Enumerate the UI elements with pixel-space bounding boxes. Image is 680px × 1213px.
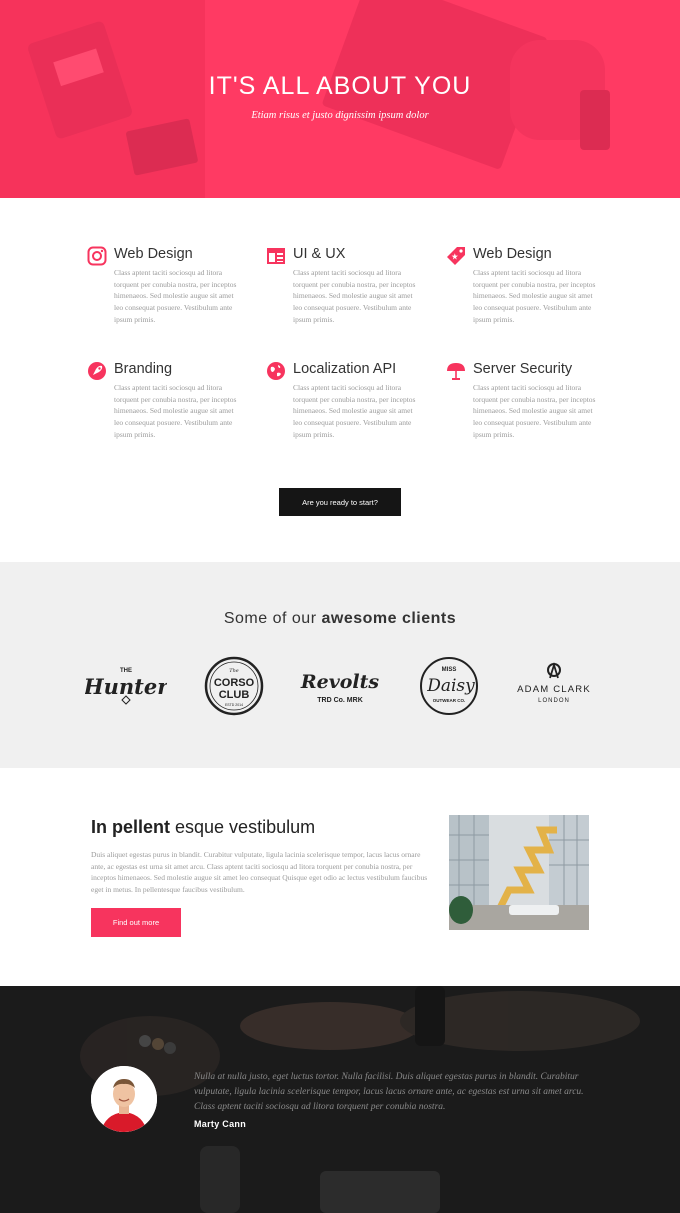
revolts-sub: TRD Co. MRK bbox=[317, 697, 363, 704]
clients-title-light: Some of our bbox=[223, 610, 322, 627]
testimonial-quote: Nulla at nulla justo, eget luctus tortor… bbox=[194, 1072, 584, 1112]
feature-description: Class aptent taciti sociosqu ad litora t… bbox=[293, 383, 416, 439]
adam-sub: LONDON bbox=[538, 698, 570, 704]
revolts-main: Revolts bbox=[300, 671, 380, 693]
clients-title: Some of our awesome clients bbox=[0, 610, 680, 628]
client-logo-miss-daisy[interactable]: MISS Daisy OUTWEAR CO. bbox=[416, 656, 482, 716]
daisy-sub: OUTWEAR CO. bbox=[433, 698, 466, 703]
client-logo-corso-club[interactable]: The CORSO CLUB ESTD 2014 bbox=[203, 656, 265, 716]
clients-title-bold: awesome clients bbox=[321, 610, 457, 627]
revolts-logo: Revolts TRD Co. MRK bbox=[300, 671, 380, 704]
feature-description: Class aptent taciti sociosqu ad litora t… bbox=[114, 383, 237, 439]
about-section: In pellent esque vestibulum Duis aliquet… bbox=[0, 768, 680, 986]
about-text: Duis aliquet egestas purus in blandit. C… bbox=[91, 850, 428, 895]
feature-title: Web Design bbox=[114, 246, 193, 262]
client-logo-adam-clark[interactable]: ADAM CLARK LONDON bbox=[512, 656, 596, 716]
daisy-main: Daisy bbox=[426, 676, 475, 696]
instagram-icon bbox=[87, 246, 107, 266]
corso-club-logo: The CORSO CLUB ESTD 2014 bbox=[204, 656, 264, 716]
hero-subtitle: Etiam risus et justo dignissim ipsum dol… bbox=[251, 110, 429, 121]
feature-title: Branding bbox=[114, 361, 173, 377]
start-button[interactable]: Are you ready to start? bbox=[279, 488, 401, 516]
building-interior-image bbox=[449, 815, 589, 930]
feature-description: Class aptent taciti sociosqu ad litora t… bbox=[473, 268, 596, 324]
hero-title: IT'S ALL ABOUT YOU bbox=[208, 72, 472, 100]
daisy-small: MISS bbox=[442, 667, 457, 673]
corso-sub: ESTD 2014 bbox=[225, 703, 243, 707]
clients-section: Some of our awesome clients THE Hunter T… bbox=[0, 562, 680, 768]
about-title: In pellent esque vestibulum bbox=[91, 817, 315, 838]
hunter-logo: THE Hunter bbox=[85, 668, 167, 705]
rocket-icon bbox=[88, 362, 106, 380]
feature-description: Class aptent taciti sociosqu ad litora t… bbox=[114, 268, 237, 324]
feature-description: Class aptent taciti sociosqu ad litora t… bbox=[473, 383, 596, 439]
avatar-image bbox=[91, 1066, 157, 1132]
feature-description: Class aptent taciti sociosqu ad litora t… bbox=[293, 268, 416, 324]
feature-title: Web Design bbox=[473, 246, 552, 262]
hero-section: IT'S ALL ABOUT YOU Etiam risus et justo … bbox=[0, 0, 680, 198]
features-section: Web Design Class aptent taciti sociosqu … bbox=[0, 198, 680, 562]
avatar bbox=[91, 1066, 157, 1132]
miss-daisy-logo: MISS Daisy OUTWEAR CO. bbox=[420, 657, 478, 715]
svg-text:CORSO: CORSO bbox=[214, 677, 255, 689]
about-title-light: esque vestibulum bbox=[170, 817, 316, 837]
find-out-more-button[interactable]: Find out more bbox=[91, 908, 181, 937]
testimonial-author: Marty Cann bbox=[194, 1119, 247, 1129]
adam-main: ADAM CLARK bbox=[517, 684, 591, 695]
corso-small: The bbox=[229, 668, 239, 674]
svg-text:CLUB: CLUB bbox=[219, 689, 250, 701]
feature-title: UI & UX bbox=[293, 246, 346, 262]
umbrella-icon bbox=[447, 363, 465, 380]
tag-icon bbox=[447, 247, 465, 265]
globe-icon bbox=[267, 362, 285, 380]
feature-title: Localization API bbox=[293, 361, 397, 377]
feature-title: Server Security bbox=[473, 361, 573, 377]
adam-clark-logo: ADAM CLARK LONDON bbox=[517, 661, 591, 704]
client-logo-hunter[interactable]: THE Hunter bbox=[85, 656, 167, 716]
testimonial-section: Nulla at nulla justo, eget luctus tortor… bbox=[0, 986, 680, 1213]
hunter-main: Hunter bbox=[85, 674, 167, 699]
layout-icon bbox=[267, 248, 285, 264]
about-title-bold: In pellent bbox=[91, 817, 171, 837]
client-logo-revolts[interactable]: Revolts TRD Co. MRK bbox=[297, 656, 383, 716]
